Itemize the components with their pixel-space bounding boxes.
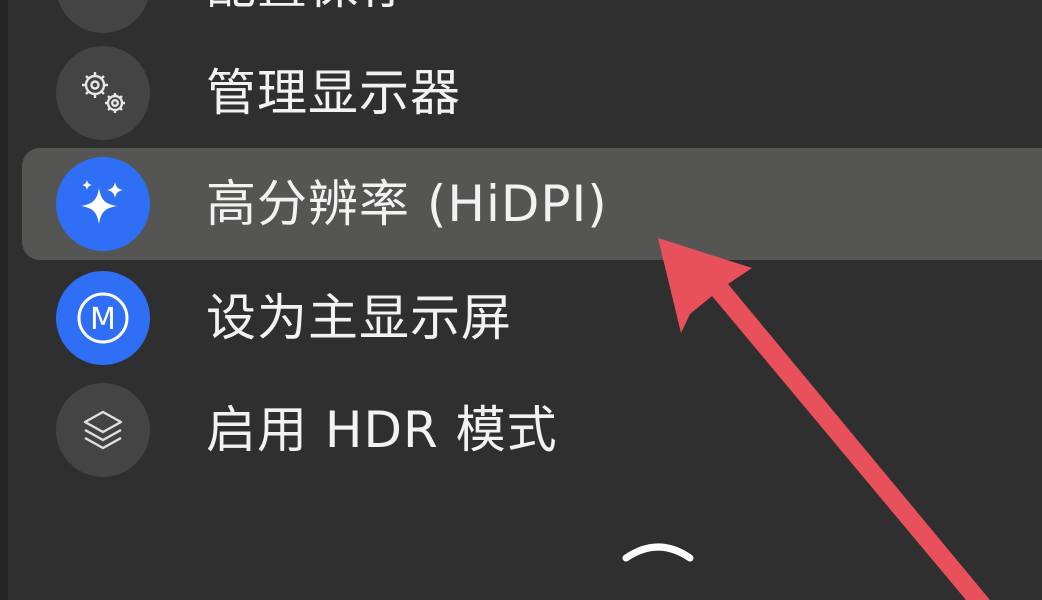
menu-item-label-set-main-display: 设为主显示屏 xyxy=(206,289,512,347)
menu-item-label-enable-hdr: 启用 HDR 模式 xyxy=(206,401,558,459)
m-badge-icon: M xyxy=(56,271,150,365)
sparkles-icon xyxy=(56,157,150,251)
menu-item-label-hidpi: 高分辨率 (HiDPI) xyxy=(206,175,608,233)
display-menu: 配置保存 管理显示器 高分 xyxy=(0,0,1042,600)
chevron-up-icon[interactable] xyxy=(620,528,696,568)
menu-left-edge xyxy=(0,0,8,600)
menu-item-label-partial: 配置保存 xyxy=(206,0,410,16)
menu-item-label-manage-displays: 管理显示器 xyxy=(206,64,461,122)
menu-item-manage-displays[interactable]: 管理显示器 xyxy=(22,37,1042,149)
menu-item-set-main-display[interactable]: M 设为主显示屏 xyxy=(22,262,1042,374)
menu-item-partial[interactable]: 配置保存 xyxy=(22,0,1042,42)
layers-icon xyxy=(56,383,150,477)
gears-icon xyxy=(56,46,150,140)
menu-item-hidpi[interactable]: 高分辨率 (HiDPI) xyxy=(22,148,1042,260)
menu-item-enable-hdr[interactable]: 启用 HDR 模式 xyxy=(22,374,1042,486)
partial-item-icon xyxy=(56,0,150,33)
svg-text:M: M xyxy=(90,302,116,337)
